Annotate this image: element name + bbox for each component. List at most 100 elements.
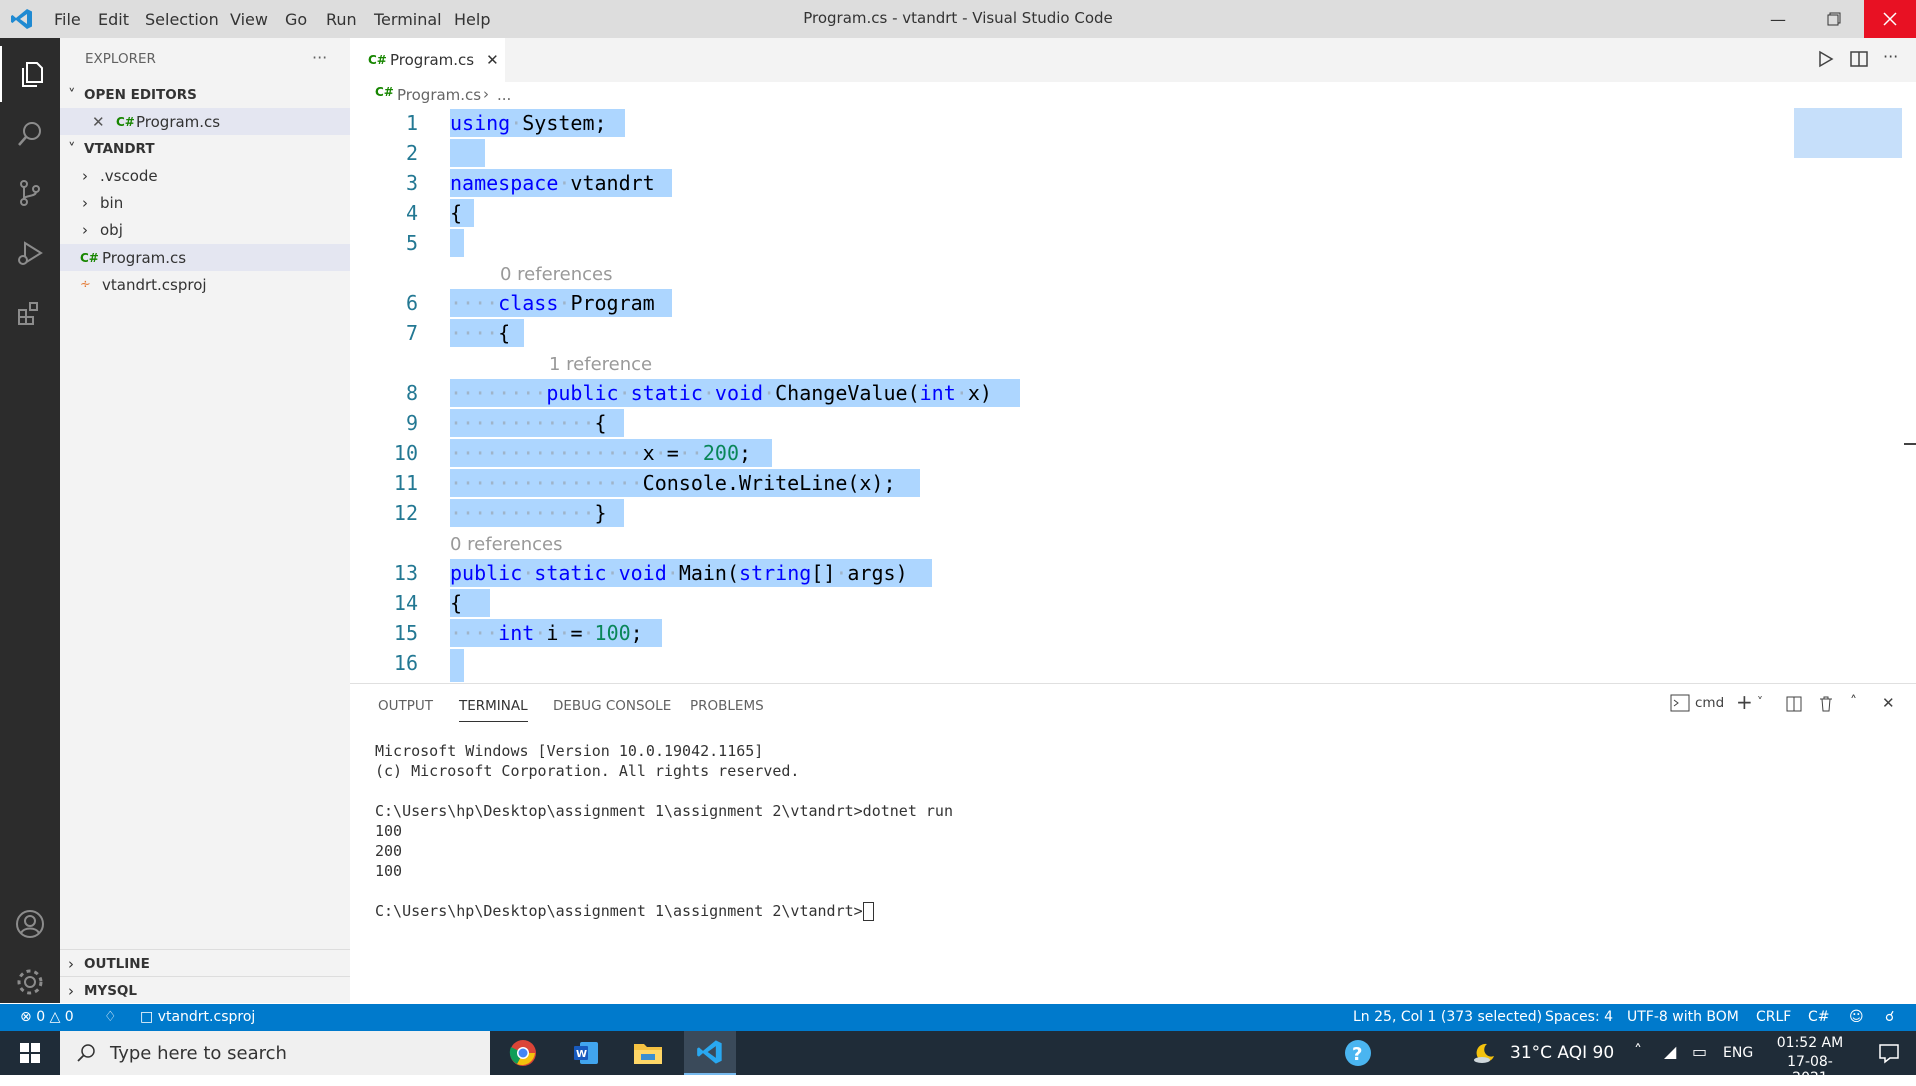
selection-highlight [450,139,485,167]
clock-date: 17-08-2021 [1787,1054,1833,1086]
flame-icon[interactable]: ♢ [104,1009,117,1025]
terminal-line: 200 [375,842,403,860]
accounts-button[interactable] [0,896,60,952]
search-button[interactable] [0,106,60,162]
code-line-12: ············} [450,501,607,525]
terminal-line: 100 [375,822,403,840]
chevron-up-icon[interactable]: ˄ [1634,1041,1642,1060]
settings-button[interactable] [0,954,60,1010]
chevron-down-icon: ˅ [68,139,76,158]
tree-item-vscode[interactable]: › .vscode [60,162,350,189]
line-number: 7 [405,321,418,345]
bell-icon[interactable]: ☌ [1885,1009,1894,1025]
run-file-button[interactable] [1816,50,1834,72]
terminal-selector[interactable]: cmd [1670,694,1724,712]
help-tray-button[interactable]: ? [1340,1031,1376,1075]
battery-icon[interactable]: ▭ [1692,1042,1707,1061]
line-ending[interactable]: CRLF [1756,1009,1791,1025]
kill-terminal-button[interactable] [1818,695,1834,716]
new-terminal-icon[interactable]: + [1736,690,1753,714]
open-editor-item[interactable]: ✕ C# Program.cs [60,108,350,135]
tab-program-cs[interactable]: C# Program.cs ✕ [350,38,505,82]
maximize-panel-icon[interactable]: ˄ [1850,694,1857,710]
tab-problems[interactable]: PROBLEMS [690,698,764,714]
csharp-file-icon: C# [375,85,394,99]
tab-terminal[interactable]: TERMINAL [459,698,528,722]
line-number: 12 [393,501,418,525]
tree-item-bin[interactable]: › bin [60,189,350,216]
open-editors-section[interactable]: ˅ OPEN EDITORS [60,81,350,108]
line-number: 8 [405,381,418,405]
search-placeholder: Type here to search [110,1042,287,1064]
project-name: vtandrt.csproj [157,1009,256,1025]
language-indicator[interactable]: ENG [1723,1045,1753,1061]
folder-icon: □ [140,1009,154,1025]
chevron-right-icon: › [82,220,88,239]
code-editor[interactable]: 1 2 3 4 5 6 7 8 9 10 11 12 13 14 15 16 0… [350,108,1916,682]
feedback-icon[interactable]: ☺ [1849,1009,1864,1025]
editor-tab-bar: C# Program.cs ✕ ··· [350,38,1916,82]
notification-icon [1879,1044,1899,1064]
close-panel-icon[interactable]: ✕ [1882,694,1895,712]
project-status[interactable]: □ vtandrt.csproj [140,1009,255,1025]
language-mode[interactable]: C# [1808,1009,1830,1025]
clock[interactable]: 01:52 AM 17-08-2021 [1770,1035,1850,1086]
line-number: 14 [393,591,418,615]
codelens-references[interactable]: 0 references [500,264,613,285]
cursor-position[interactable]: Ln 25, Col 1 (373 selected) [1353,1009,1542,1025]
split-editor-button[interactable] [1850,50,1868,72]
close-tab-icon[interactable]: ✕ [486,51,499,69]
more-actions-icon[interactable]: ··· [1883,47,1898,66]
taskbar-search-box[interactable]: Type here to search [60,1031,490,1075]
code-line-1: using·System; [450,111,607,135]
project-section[interactable]: ˅ VTANDRT [60,135,350,162]
close-window-button[interactable] [1864,0,1916,38]
code-line-6: ····class·Program [450,291,655,315]
close-editor-icon[interactable]: ✕ [92,113,110,131]
weather-text[interactable]: 31°C AQI 90 [1510,1043,1614,1063]
terminal-prompt[interactable]: C:\Users\hp\Desktop\assignment 1\assignm… [375,902,874,921]
files-icon [22,62,43,87]
indentation[interactable]: Spaces: 4 [1545,1009,1613,1025]
error-icon: ⊗ [20,1009,32,1025]
account-icon [16,910,44,938]
file-explorer-taskbar-button[interactable] [622,1031,674,1075]
chrome-taskbar-button[interactable] [497,1031,549,1075]
run-debug-button[interactable] [0,225,60,281]
minimap[interactable] [1794,108,1902,158]
tree-item-program-cs[interactable]: C# Program.cs [60,244,350,271]
split-terminal-button[interactable] [1786,696,1802,716]
vscode-taskbar-button[interactable] [684,1031,736,1075]
tree-item-csproj[interactable]: ∻ vtandrt.csproj [60,271,350,298]
bottom-panel: OUTPUT TERMINAL DEBUG CONSOLE PROBLEMS c… [350,683,1916,1005]
notifications-button[interactable] [1866,1031,1912,1075]
wifi-icon[interactable]: ◢ [1664,1042,1676,1061]
breadcrumb-rest[interactable]: ... [497,86,511,104]
minimize-icon: — [1770,9,1786,29]
tab-debug-console[interactable]: DEBUG CONSOLE [553,698,671,714]
start-button[interactable] [0,1031,60,1075]
chrome-icon [509,1040,536,1066]
extensions-button[interactable] [0,285,60,341]
code-line-13: public·static·void·Main(string[]·args) [450,561,908,585]
outline-section[interactable]: › OUTLINE [60,949,350,977]
breadcrumb-file[interactable]: Program.cs [397,86,481,104]
tree-item-obj[interactable]: › obj [60,216,350,243]
source-control-button[interactable] [0,165,60,221]
explorer-more-button[interactable]: ··· [312,48,327,67]
codelens-references[interactable]: 1 reference [549,354,652,375]
tab-output[interactable]: OUTPUT [378,698,433,714]
open-editors-label: OPEN EDITORS [84,86,197,103]
line-number: 9 [405,411,418,435]
tree-item-label: vtandrt.csproj [102,275,207,294]
codelens-references[interactable]: 0 references [450,534,563,555]
explorer-button[interactable] [0,46,62,102]
encoding[interactable]: UTF-8 with BOM [1627,1009,1739,1025]
chevron-down-icon[interactable]: ˅ [1757,695,1763,709]
restore-button[interactable] [1811,0,1857,38]
minimize-button[interactable]: — [1755,0,1801,38]
svg-text:?: ? [1352,1044,1362,1065]
mysql-section[interactable]: › MYSQL [60,976,350,1004]
problems-status[interactable]: ⊗ 0 △ 0 [20,1009,74,1025]
word-taskbar-button[interactable]: W [560,1031,612,1075]
